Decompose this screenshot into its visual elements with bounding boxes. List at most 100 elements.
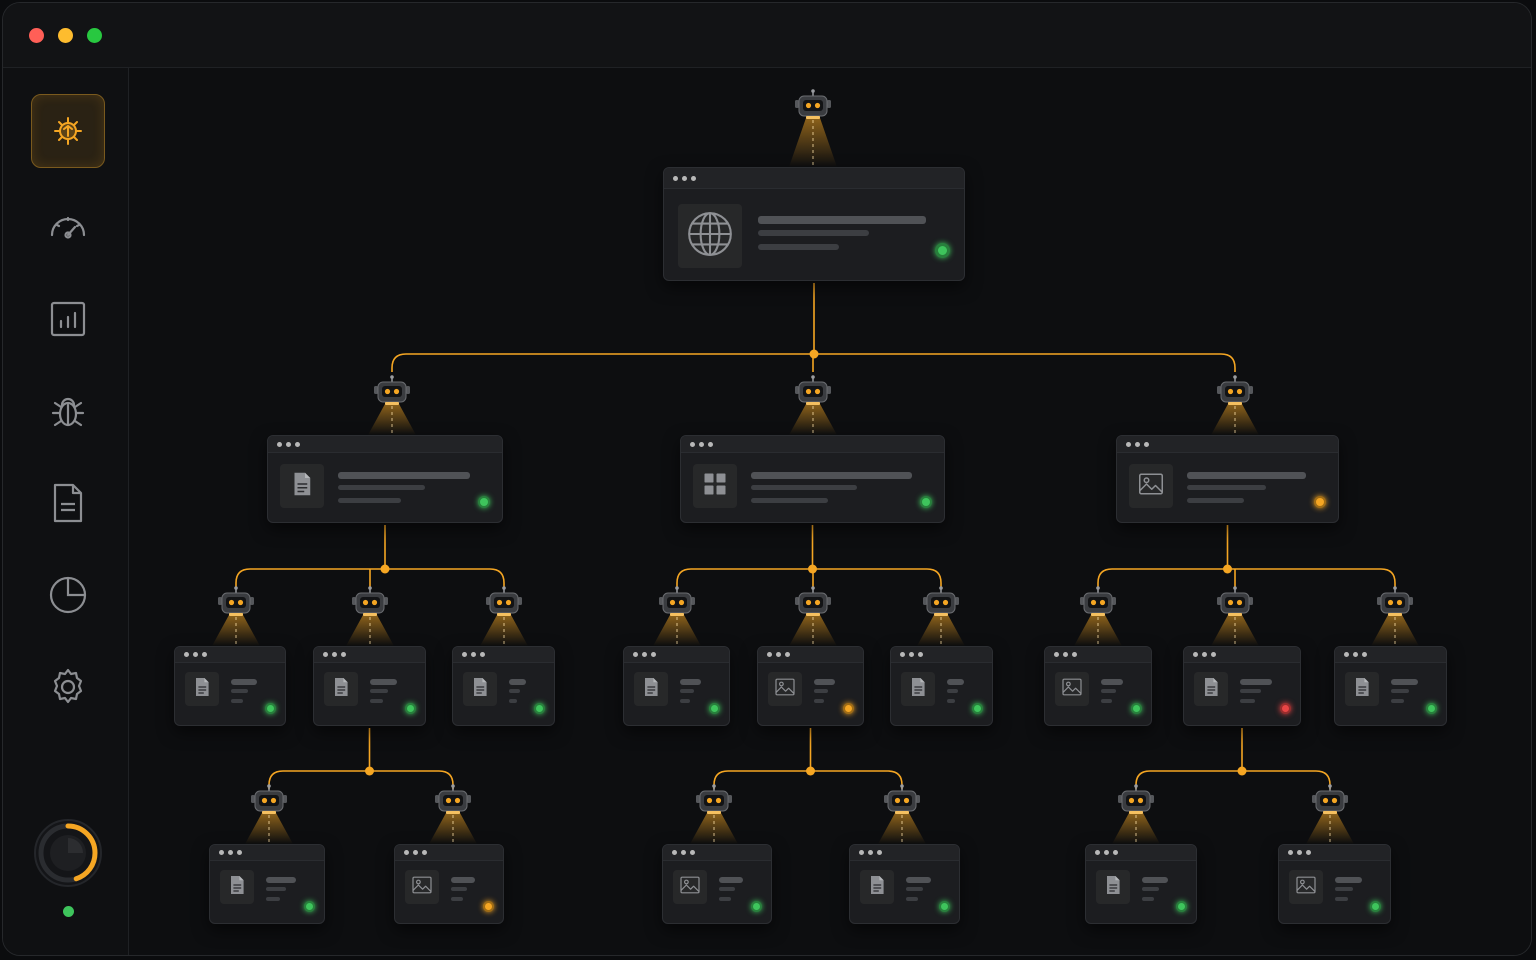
- connector-n3b: [1135, 728, 1331, 789]
- sidebar-item-crawler[interactable]: [31, 94, 105, 168]
- sidebar-item-reports[interactable]: [31, 466, 105, 540]
- window-dot: [462, 652, 467, 657]
- maximize-window-button[interactable]: [87, 28, 102, 43]
- placeholder-line: [680, 699, 690, 703]
- placeholder-line: [947, 689, 958, 693]
- status-indicator-icon: [265, 703, 276, 714]
- crawler-bot-icon: [212, 586, 260, 646]
- document-icon: [225, 873, 249, 901]
- junction-dot: [380, 564, 390, 574]
- placeholder-line: [1101, 699, 1112, 703]
- page-node-n2a[interactable]: [623, 646, 730, 726]
- window-dot: [1126, 441, 1131, 447]
- node-icon-box: [1129, 464, 1173, 508]
- crawler-bot-icon: [245, 784, 293, 844]
- page-node-root[interactable]: [663, 167, 965, 281]
- placeholder-line: [751, 485, 857, 490]
- node-header: [663, 845, 771, 861]
- page-node-n1b1[interactable]: [209, 844, 325, 924]
- window-dot: [1095, 850, 1100, 855]
- placeholder-line: [1391, 699, 1404, 703]
- placeholder-line: [719, 887, 735, 891]
- page-node-n2c[interactable]: [890, 646, 993, 726]
- node-icon-box: [901, 672, 935, 706]
- sidebar-item-statistics[interactable]: [31, 558, 105, 632]
- page-node-n3b2[interactable]: [1278, 844, 1391, 924]
- junction-dot: [806, 766, 815, 776]
- page-node-n3c[interactable]: [1334, 646, 1447, 726]
- document-icon: [1199, 675, 1223, 703]
- image-icon: [1060, 675, 1084, 703]
- window-dot: [785, 652, 790, 657]
- node-header: [624, 647, 729, 663]
- sidebar-item-issues[interactable]: [31, 374, 105, 448]
- connector-n2b: [713, 728, 903, 789]
- node-header: [1045, 647, 1151, 663]
- node-header: [1184, 647, 1300, 663]
- page-node-n3b1[interactable]: [1085, 844, 1197, 924]
- page-node-n1b[interactable]: [313, 646, 426, 726]
- page-node-n1[interactable]: [267, 435, 503, 523]
- app-window: [2, 2, 1532, 956]
- window-dot: [681, 850, 686, 855]
- window-dot: [332, 652, 337, 657]
- page-node-n1a[interactable]: [174, 646, 286, 726]
- page-node-n1c[interactable]: [452, 646, 555, 726]
- page-node-n2b[interactable]: [757, 646, 864, 726]
- sidebar-item-analytics[interactable]: [31, 282, 105, 356]
- sidebar-item-settings[interactable]: [31, 650, 105, 724]
- window-dot: [642, 652, 647, 657]
- title-bar: [3, 3, 1531, 68]
- placeholder-line: [906, 887, 923, 891]
- window-dot: [1193, 652, 1198, 657]
- placeholder-line: [370, 689, 388, 693]
- crawler-bot-icon: [1211, 375, 1259, 435]
- window-dot: [277, 441, 282, 447]
- sidebar-item-dashboard[interactable]: [31, 190, 105, 264]
- page-node-n3b[interactable]: [1183, 646, 1301, 726]
- node-icon-box: [1345, 672, 1379, 706]
- placeholder-line: [1391, 689, 1409, 693]
- minimize-window-button[interactable]: [58, 28, 73, 43]
- node-icon-box: [405, 870, 439, 904]
- page-node-n2b1[interactable]: [662, 844, 772, 924]
- connector-root: [391, 283, 1236, 372]
- node-header: [1279, 845, 1390, 861]
- window-dot: [1072, 652, 1077, 657]
- page-node-n1b2[interactable]: [394, 844, 504, 924]
- window-dot: [877, 850, 882, 855]
- close-window-button[interactable]: [29, 28, 44, 43]
- window-dot: [341, 652, 346, 657]
- page-node-n3[interactable]: [1116, 435, 1339, 523]
- crawler-bot-icon: [789, 586, 837, 646]
- window-dot: [918, 652, 923, 657]
- sitemap-bug-icon: [54, 117, 82, 145]
- page-node-n2[interactable]: [680, 435, 945, 523]
- image-icon: [1136, 469, 1166, 503]
- window-dot: [909, 652, 914, 657]
- window-dot: [776, 652, 781, 657]
- placeholder-line: [947, 679, 964, 685]
- placeholder-line: [266, 897, 280, 901]
- window-dot: [1353, 652, 1358, 657]
- page-node-n3a[interactable]: [1044, 646, 1152, 726]
- window-dot: [699, 441, 704, 447]
- placeholder-line: [1240, 679, 1272, 685]
- crawler-bot-icon: [1112, 784, 1160, 844]
- placeholder-line: [751, 472, 912, 479]
- placeholder-line: [1101, 689, 1116, 693]
- window-dot: [682, 175, 687, 181]
- placeholder-line: [266, 877, 296, 883]
- status-indicator-icon: [1176, 901, 1187, 912]
- placeholder-line: [231, 679, 257, 685]
- image-icon: [773, 675, 797, 703]
- page-node-n2b2[interactable]: [849, 844, 960, 924]
- crawler-bot-icon: [878, 784, 926, 844]
- node-icon-box: [463, 672, 497, 706]
- crawler-bot-icon: [1306, 784, 1354, 844]
- crawler-bot-icon: [789, 375, 837, 435]
- placeholder-line: [509, 699, 517, 703]
- junction-dot: [808, 564, 817, 574]
- window-dot: [868, 850, 873, 855]
- pie-chart-icon: [49, 576, 87, 614]
